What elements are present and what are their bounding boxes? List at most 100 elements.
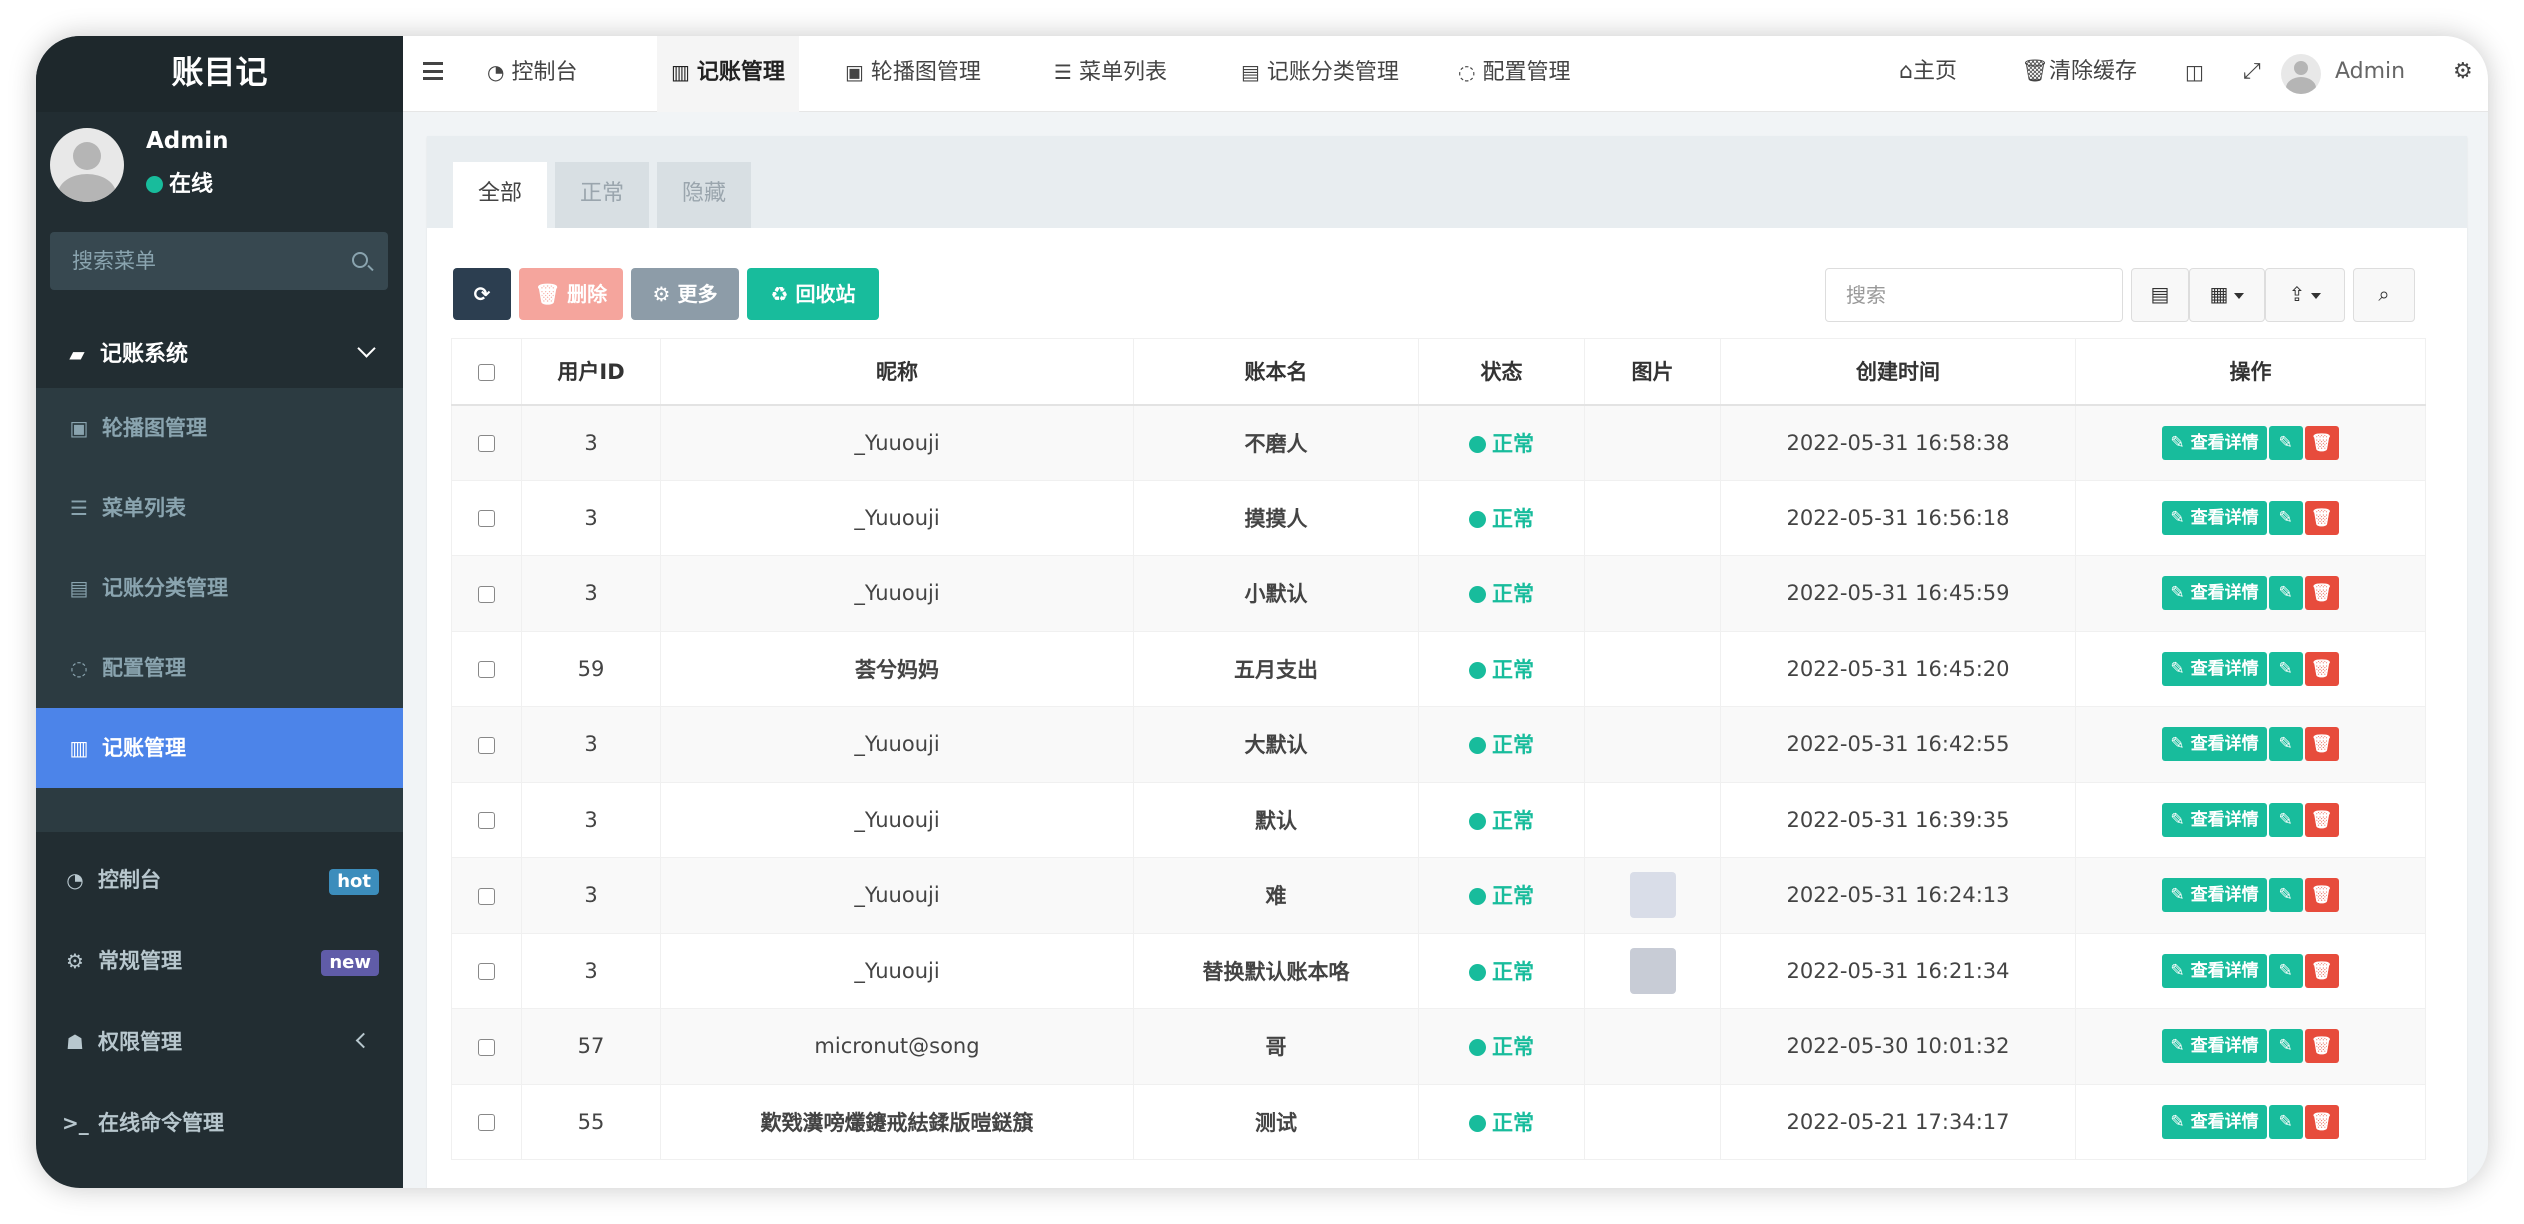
delete-row-button[interactable]: 🗑 — [2304, 425, 2339, 460]
user-id-cell: 57 — [521, 1008, 661, 1085]
sidebar-main-item-2[interactable]: ☗ 权限管理 — [36, 1002, 403, 1082]
nav-tab-0[interactable]: ◔ 控制台 — [473, 36, 591, 112]
tab-all[interactable]: 全部 — [453, 162, 547, 228]
sidebar-search-input[interactable]: 搜索菜单 — [50, 232, 388, 290]
translate-icon[interactable]: ◫ — [2185, 36, 2204, 112]
column-header[interactable]: 图片 — [1584, 338, 1721, 406]
toggle-view-button[interactable]: ▤ — [2131, 268, 2189, 322]
file-icon: ▤ — [1241, 60, 1260, 84]
row-checkbox[interactable] — [478, 963, 495, 981]
view-detail-button[interactable]: ✎ 查看详情 — [2162, 1104, 2267, 1139]
export-button[interactable]: ⇪ — [2265, 268, 2345, 322]
thumbnail-image[interactable] — [1629, 872, 1676, 919]
sidebar-main-item-3[interactable]: >_ 在线命令管理 — [36, 1083, 403, 1163]
nav-tab-4[interactable]: ▤ 记账分类管理 — [1227, 36, 1413, 112]
topbar-avatar[interactable] — [2281, 54, 2321, 94]
list-ordered-icon: ☰ — [70, 496, 88, 520]
thumbnail-image[interactable] — [1629, 947, 1676, 994]
view-detail-button[interactable]: ✎ 查看详情 — [2162, 576, 2267, 611]
row-checkbox[interactable] — [478, 510, 495, 528]
sidebar-main-item-1[interactable]: ⚙ 常规管理 new — [36, 921, 403, 1001]
view-detail-button[interactable]: ✎ 查看详情 — [2162, 1029, 2267, 1064]
delete-row-button[interactable]: 🗑 — [2304, 1029, 2339, 1064]
view-detail-button[interactable]: ✎ 查看详情 — [2162, 651, 2267, 686]
delete-row-button[interactable]: 🗑 — [2304, 576, 2339, 611]
row-checkbox[interactable] — [478, 1038, 495, 1056]
tab-normal[interactable]: 正常 — [555, 162, 649, 228]
sidebar-main-item-4[interactable]: ◉会员管理 — [36, 1164, 403, 1188]
edit-button[interactable]: ✎ — [2268, 1029, 2303, 1064]
home-link[interactable]: ⌂主页 — [1899, 36, 1957, 112]
column-header[interactable]: 状态 — [1418, 338, 1585, 406]
delete-row-button[interactable]: 🗑 — [2304, 802, 2339, 837]
table-search-input[interactable]: 搜索 — [1825, 268, 2123, 322]
tab-hidden[interactable]: 隐藏 — [657, 162, 751, 228]
row-checkbox[interactable] — [478, 585, 495, 603]
row-select-cell — [451, 857, 522, 934]
delete-row-button[interactable]: 🗑 — [2304, 651, 2339, 686]
menu-toggle-icon[interactable] — [423, 62, 443, 80]
row-checkbox[interactable] — [478, 812, 495, 830]
delete-row-button[interactable]: 🗑 — [2304, 727, 2339, 762]
more-button[interactable]: ⚙ 更多 — [631, 268, 739, 320]
file-icon: ▤ — [69, 576, 89, 600]
recycle-icon: ♻ — [770, 282, 789, 306]
select-all-checkbox[interactable] — [478, 363, 495, 381]
columns-button[interactable]: ▦ — [2189, 268, 2265, 322]
clear-cache-link[interactable]: 🗑清除缓存 — [2021, 36, 2137, 112]
nickname-cell: _Yuuouji — [660, 932, 1134, 1009]
edit-button[interactable]: ✎ — [2268, 953, 2303, 988]
sidebar-item-3[interactable]: ◌ 配置管理 — [36, 628, 403, 708]
edit-button[interactable]: ✎ — [2268, 727, 2303, 762]
recycle-bin-button[interactable]: ♻ 回收站 — [747, 268, 879, 320]
sidebar-main-item-0[interactable]: ◔ 控制台 hot — [36, 840, 403, 920]
nickname-cell: 歎戣瀵嗙爜鑳戒紶鍒版暟鎹簱 — [660, 1083, 1134, 1160]
delete-row-button[interactable]: 🗑 — [2304, 953, 2339, 988]
delete-row-button[interactable]: 🗑 — [2304, 500, 2339, 535]
delete-row-button[interactable]: 🗑 — [2304, 878, 2339, 913]
row-checkbox[interactable] — [478, 661, 495, 679]
refresh-button[interactable]: ⟳ — [453, 268, 511, 320]
actions-cell: ✎ 查看详情 ✎ 🗑 — [2075, 404, 2426, 481]
nav-tab-5[interactable]: ◌ 配置管理 — [1444, 36, 1584, 112]
edit-button[interactable]: ✎ — [2268, 878, 2303, 913]
topbar-user-name[interactable]: Admin — [2335, 36, 2405, 112]
nav-tab-1[interactable]: ▥ 记账管理 — [657, 36, 799, 112]
edit-button[interactable]: ✎ — [2268, 802, 2303, 837]
edit-button[interactable]: ✎ — [2268, 576, 2303, 611]
row-checkbox[interactable] — [478, 435, 495, 452]
sidebar-group-accounting[interactable]: ▰ 记账系统 — [36, 320, 403, 388]
sidebar-item-2[interactable]: ▤ 记账分类管理 — [36, 548, 403, 628]
edit-button[interactable]: ✎ — [2268, 651, 2303, 686]
row-checkbox[interactable] — [478, 887, 495, 905]
column-header[interactable]: 账本名 — [1133, 338, 1419, 406]
sidebar-item-4[interactable]: ▥ 记账管理 — [36, 708, 403, 788]
edit-button[interactable]: ✎ — [2268, 500, 2303, 535]
nav-tab-3[interactable]: ☰ 菜单列表 — [1040, 36, 1181, 112]
sidebar-item-0[interactable]: ▣ 轮播图管理 — [36, 388, 403, 468]
column-header[interactable]: 昵称 — [660, 338, 1134, 406]
column-header[interactable]: 用户ID — [521, 338, 661, 406]
advanced-search-button[interactable]: ⌕ — [2353, 268, 2415, 322]
fullscreen-icon[interactable]: ⤢ — [2243, 36, 2261, 112]
view-detail-button[interactable]: ✎ 查看详情 — [2162, 727, 2267, 762]
column-header[interactable]: 创建时间 — [1720, 338, 2076, 406]
edit-button[interactable]: ✎ — [2268, 1104, 2303, 1139]
view-detail-button[interactable]: ✎ 查看详情 — [2162, 878, 2267, 913]
settings-gears-icon[interactable]: ⚙ — [2453, 36, 2473, 112]
sidebar-item-1[interactable]: ☰ 菜单列表 — [36, 468, 403, 548]
view-detail-button[interactable]: ✎ 查看详情 — [2162, 425, 2267, 460]
view-detail-button[interactable]: ✎ 查看详情 — [2162, 953, 2267, 988]
row-checkbox[interactable] — [478, 736, 495, 754]
created-time-cell: 2022-05-31 16:45:20 — [1720, 630, 2076, 707]
row-checkbox[interactable] — [478, 1114, 495, 1132]
delete-row-button[interactable]: 🗑 — [2304, 1104, 2339, 1139]
data-table: 用户ID 昵称 账本名 状态 图片 创建时间 操作 3 _Yuuouji 不磨人 正常… — [451, 338, 2426, 1160]
book-name-cell: 替换默认账本咯 — [1133, 932, 1419, 1009]
view-detail-button[interactable]: ✎ 查看详情 — [2162, 500, 2267, 535]
nav-tab-2[interactable]: ▣ 轮播图管理 — [831, 36, 995, 112]
view-detail-button[interactable]: ✎ 查看详情 — [2162, 802, 2267, 837]
gears-icon: ⚙ — [66, 949, 84, 973]
edit-button[interactable]: ✎ — [2268, 425, 2303, 460]
delete-button[interactable]: 🗑 删除 — [519, 268, 623, 320]
